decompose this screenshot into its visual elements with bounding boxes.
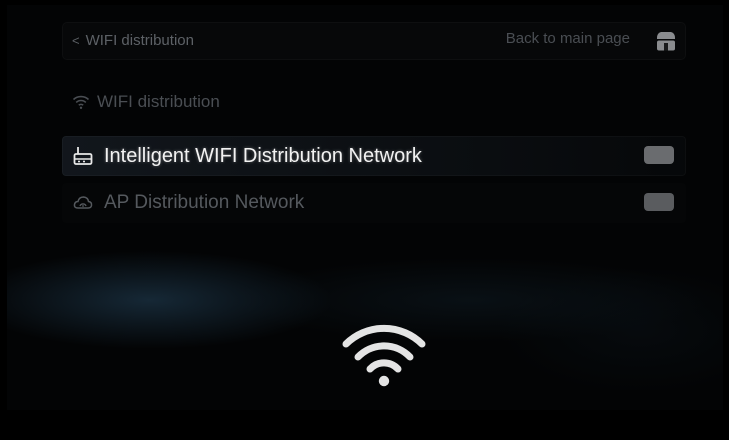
- home-icon[interactable]: [654, 29, 678, 53]
- router-icon: [72, 145, 94, 167]
- back-to-main-page-link[interactable]: Back to main page: [506, 30, 630, 47]
- wifi-distribution-screen: < WIFI distribution Back to main page WI…: [0, 0, 729, 440]
- wifi-icon: [342, 324, 426, 387]
- option-ap-distribution[interactable]: AP Distribution Network: [62, 183, 686, 223]
- section-title-label: WIFI distribution: [97, 92, 220, 111]
- chevron-left-icon: <: [72, 33, 80, 48]
- option-intelligent-wifi-distribution[interactable]: Intelligent WIFI Distribution Network: [62, 136, 686, 176]
- option-label: AP Distribution Network: [104, 192, 305, 213]
- top-bar: < WIFI distribution Back to main page: [62, 22, 686, 60]
- back-button[interactable]: < WIFI distribution: [72, 32, 194, 49]
- option-toggle[interactable]: [644, 193, 674, 211]
- option-toggle[interactable]: [644, 146, 674, 164]
- section-title: WIFI distribution: [72, 92, 220, 112]
- option-label: Intelligent WIFI Distribution Network: [104, 144, 422, 167]
- cloud-icon: [72, 192, 94, 214]
- wifi-icon: [72, 95, 90, 109]
- back-label: WIFI distribution: [85, 32, 194, 49]
